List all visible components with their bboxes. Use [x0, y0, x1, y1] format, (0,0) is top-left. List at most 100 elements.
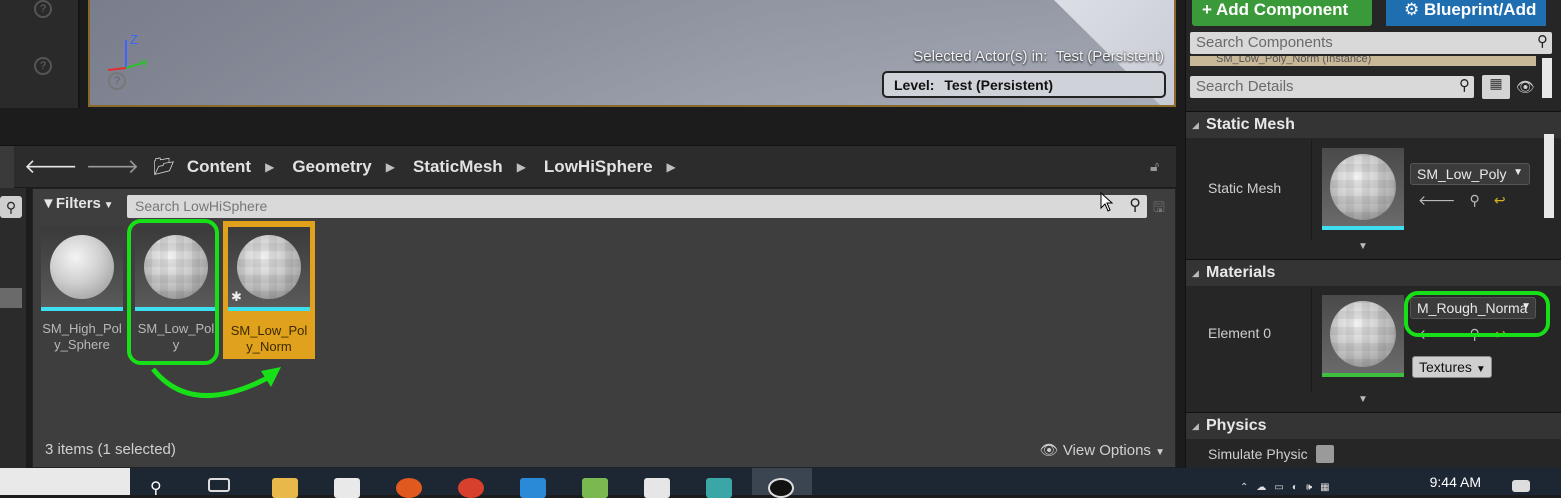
search-components-placeholder: Search Components	[1196, 34, 1333, 51]
details-panel: + Add Component ⚙ Blueprint/Add Search C…	[1185, 0, 1561, 468]
asset-view: ▼Filters ▼ Search LowHiSphere ⚲ 🖫︎ SM_Hi…	[32, 188, 1176, 468]
lock-icon[interactable]: 🔓︎	[1150, 158, 1159, 175]
back-arrow-icon[interactable]: 🡐	[24, 154, 78, 179]
search-icon[interactable]: ⚲	[1129, 195, 1141, 215]
help-icon[interactable]: ?	[108, 72, 126, 90]
breadcrumb-staticmesh[interactable]: StaticMesh	[413, 157, 503, 177]
ubuntu-icon[interactable]	[396, 478, 422, 498]
selected-actors-value: Test (Persistent)	[1055, 48, 1164, 65]
chevron-down-icon: ▼	[100, 200, 114, 211]
asset-tile-sm-high-poly-sphere[interactable]: SM_High_Poly_Sphere	[41, 227, 123, 365]
section-materials[interactable]: ◢ Materials	[1186, 259, 1561, 286]
use-selected-arrow-icon[interactable]: 🡐	[1418, 192, 1470, 208]
sphere-preview-icon	[50, 235, 114, 299]
level-viewport[interactable]: Z Y ? Selected Actor(s) in: Test (Persis…	[88, 0, 1176, 107]
annotation-circle	[1404, 291, 1550, 337]
view-options-label: View Options	[1062, 442, 1151, 459]
component-tree-row[interactable]: SM_Low_Poly_Norm (Instance)	[1190, 56, 1536, 66]
gear-icon: ⚙	[1404, 0, 1424, 19]
view-options-button[interactable]: 👁︎ View Options ▼	[1040, 441, 1165, 459]
asset-thumbnail	[41, 227, 123, 311]
axis-y-label: Y	[140, 56, 149, 71]
save-search-icon[interactable]: 🖫︎	[1153, 197, 1165, 221]
sources-panel-collapsed: ⚲	[0, 188, 26, 468]
selected-actors-text: Selected Actor(s) in: Test (Persistent)	[913, 48, 1164, 65]
unreal-engine-icon[interactable]	[768, 478, 794, 498]
property-matrix-icon[interactable]: ▦	[1482, 75, 1510, 99]
task-view-icon[interactable]	[208, 478, 230, 492]
asset-search-placeholder: Search LowHiSphere	[135, 198, 268, 214]
taskbar-clock[interactable]: 9:44 AM	[1430, 474, 1481, 490]
filters-label: Filters	[55, 195, 101, 212]
notifications-icon[interactable]	[1512, 480, 1530, 492]
mail-icon[interactable]	[644, 478, 670, 498]
asset-search-input[interactable]: Search LowHiSphere ⚲	[127, 195, 1147, 218]
sources-scrollbar[interactable]	[0, 288, 22, 308]
search-icon[interactable]: ⚲	[1537, 32, 1548, 50]
snipping-tool-icon[interactable]	[582, 478, 608, 498]
help-icon[interactable]: ?	[34, 57, 52, 75]
item-count: 3 items (1 selected)	[45, 441, 176, 458]
static-mesh-combo[interactable]: SM_Low_Poly ▼	[1410, 163, 1530, 185]
help-icon[interactable]: ?	[34, 0, 52, 18]
folder-icon: 📂︎	[153, 156, 175, 176]
breadcrumb-separator-icon[interactable]: ▶	[265, 160, 274, 174]
search-icon[interactable]: ⚲	[0, 196, 22, 218]
search-details-placeholder: Search Details	[1196, 78, 1294, 95]
filters-button[interactable]: ▼Filters ▼	[41, 195, 114, 212]
breadcrumb-lowhisphere[interactable]: LowHiSphere	[544, 157, 653, 177]
mouse-cursor-icon	[1100, 192, 1114, 212]
eye-icon: 👁︎	[1039, 442, 1059, 459]
vscode-icon[interactable]	[520, 478, 546, 498]
asset-tile-sm-low-poly-norm[interactable]: SM_Low_Poly_Norm ✱	[223, 221, 315, 359]
chevron-down-icon: ▼	[1513, 167, 1523, 178]
section-static-mesh[interactable]: ◢ Static Mesh	[1186, 111, 1561, 138]
breadcrumb-separator-icon[interactable]: ▶	[667, 160, 676, 174]
static-mesh-thumbnail[interactable]	[1322, 148, 1404, 230]
system-tray-icons[interactable]: ⌃☁▭◐🕪︎▦	[1240, 482, 1420, 492]
section-title: Physics	[1206, 417, 1267, 434]
simulate-physics-checkbox[interactable]	[1316, 445, 1334, 463]
section-title: Static Mesh	[1206, 116, 1295, 133]
textures-dropdown[interactable]: Textures ▼	[1412, 356, 1492, 378]
expand-arrow-icon[interactable]: ▼	[1358, 394, 1368, 405]
search-icon[interactable]: ⚲	[150, 478, 176, 498]
breadcrumb-content[interactable]: Content	[187, 157, 251, 177]
browse-search-icon[interactable]: ⚲	[1470, 192, 1494, 208]
chrome-icon[interactable]	[458, 478, 484, 498]
section-physics[interactable]: ◢ Physics	[1186, 412, 1561, 439]
simulate-physics-label: Simulate Physic	[1208, 446, 1308, 462]
selected-actors-label: Selected Actor(s) in:	[913, 48, 1048, 65]
expand-arrow-icon[interactable]: ▼	[1358, 241, 1368, 252]
chevron-down-icon: ▼	[1475, 364, 1486, 375]
search-details-input[interactable]: Search Details ⚲	[1190, 76, 1474, 98]
modified-asterisk-icon: ✱	[231, 289, 242, 304]
blueprint-add-script-button[interactable]: ⚙ Blueprint/Add	[1386, 0, 1546, 26]
content-browser-path-bar: 🡐 🡒 📂︎ Content ▶ Geometry ▶ StaticMesh ▶…	[0, 145, 1176, 188]
forward-arrow-icon[interactable]: 🡒	[86, 154, 140, 179]
eye-icon[interactable]: 👁︎	[1516, 78, 1535, 96]
add-component-button[interactable]: + Add Component	[1192, 0, 1372, 26]
filter-icon: ▼	[41, 195, 56, 212]
breadcrumb-geometry[interactable]: Geometry	[292, 157, 371, 177]
static-mesh-value: SM_Low_Poly	[1417, 166, 1507, 182]
annotation-arrow-icon	[151, 367, 281, 398]
section-title: Materials	[1206, 264, 1276, 281]
divider	[1311, 288, 1312, 392]
axis-gizmo-icon: Z Y	[107, 32, 149, 71]
component-scrollbar[interactable]	[1542, 58, 1552, 98]
asset-name: SM_High_Poly_Sphere	[42, 321, 122, 352]
maya-icon[interactable]	[706, 478, 732, 498]
details-scrollbar[interactable]	[1544, 134, 1554, 218]
file-explorer-icon[interactable]	[272, 478, 298, 498]
viewport-side-toolbar: ? ?	[0, 0, 80, 108]
material-thumbnail[interactable]	[1322, 295, 1404, 377]
reset-icon[interactable]: ↩	[1494, 192, 1520, 208]
textures-label: Textures	[1419, 359, 1472, 375]
store-icon[interactable]	[334, 478, 360, 498]
breadcrumb-separator-icon[interactable]: ▶	[386, 160, 395, 174]
sphere-preview-icon	[1330, 154, 1396, 220]
search-icon[interactable]: ⚲	[1459, 76, 1470, 94]
breadcrumb-separator-icon[interactable]: ▶	[517, 160, 526, 174]
search-components-input[interactable]: Search Components ⚲	[1190, 32, 1552, 54]
